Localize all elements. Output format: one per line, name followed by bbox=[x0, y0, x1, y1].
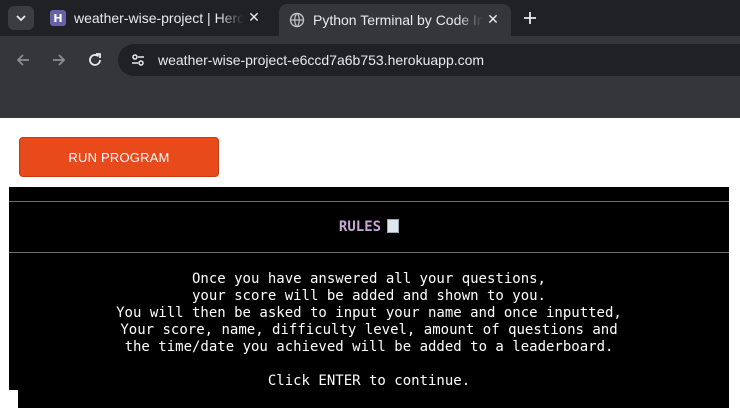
rules-text: Once you have answered all your question… bbox=[9, 271, 729, 356]
arrow-left-icon bbox=[16, 54, 29, 66]
reload-icon bbox=[89, 53, 101, 66]
new-tab-button[interactable] bbox=[518, 6, 542, 30]
browser-toolbar: weather-wise-project-e6ccd7a6b753.heroku… bbox=[0, 36, 740, 84]
rules-line: the time/date you achieved will be added… bbox=[124, 339, 614, 355]
continue-prompt: Click ENTER to continue. bbox=[267, 373, 471, 389]
close-icon[interactable]: ✕ bbox=[483, 12, 503, 28]
rules-heading: RULES bbox=[9, 219, 729, 235]
tab-title: weather-wise-project | Heroku bbox=[74, 10, 244, 26]
tab-search-button[interactable] bbox=[8, 6, 34, 30]
reload-button[interactable] bbox=[83, 48, 107, 72]
tab-title: Python Terminal by Code Institute bbox=[313, 12, 483, 28]
plus-icon bbox=[524, 12, 536, 24]
forward-button[interactable] bbox=[47, 48, 71, 72]
rules-line: Your score, name, difficulty level, amou… bbox=[120, 322, 618, 338]
run-program-button[interactable]: RUN PROGRAM bbox=[19, 137, 219, 177]
toolbar-spacer bbox=[0, 84, 740, 118]
rules-line: You will then be asked to input your nam… bbox=[116, 305, 622, 321]
globe-icon bbox=[289, 12, 305, 28]
tab-strip: H weather-wise-project | Heroku ✕ Python… bbox=[0, 0, 740, 36]
url-text: weather-wise-project-e6ccd7a6b753.heroku… bbox=[158, 52, 485, 68]
tab-heroku[interactable]: H weather-wise-project | Heroku ✕ bbox=[40, 4, 272, 32]
chevron-down-icon bbox=[16, 15, 26, 22]
rules-heading-text: RULES bbox=[338, 219, 382, 235]
heroku-icon: H bbox=[50, 10, 66, 26]
divider bbox=[9, 252, 729, 253]
divider bbox=[9, 201, 729, 202]
rules-line: your score will be added and shown to yo… bbox=[191, 288, 546, 304]
arrow-right-icon bbox=[53, 54, 66, 66]
address-bar[interactable]: weather-wise-project-e6ccd7a6b753.heroku… bbox=[118, 44, 740, 76]
page-content: RUN PROGRAM RULES Once you have answered… bbox=[0, 118, 740, 408]
page-margin bbox=[0, 390, 18, 408]
back-button[interactable] bbox=[11, 48, 35, 72]
scroll-icon bbox=[387, 219, 400, 233]
rules-line: Once you have answered all your question… bbox=[191, 271, 546, 287]
close-icon[interactable]: ✕ bbox=[244, 10, 264, 26]
tab-python-terminal[interactable]: Python Terminal by Code Institute ✕ bbox=[279, 4, 511, 36]
terminal[interactable]: RULES Once you have answered all your qu… bbox=[9, 187, 729, 408]
tune-icon[interactable] bbox=[130, 52, 146, 68]
